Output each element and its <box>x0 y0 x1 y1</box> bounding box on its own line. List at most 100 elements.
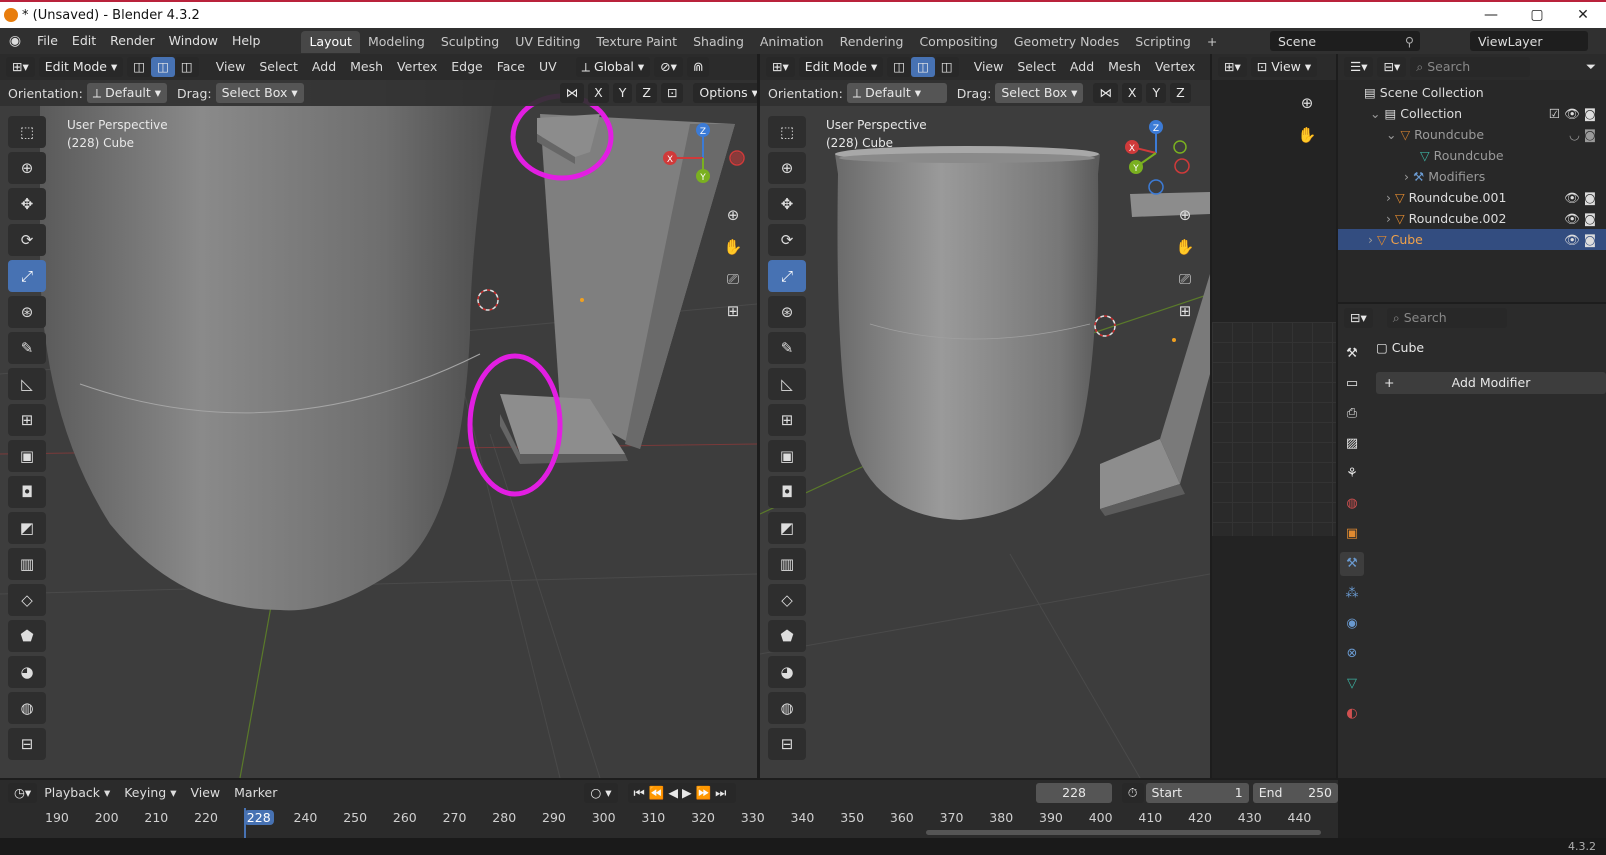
orientation-dropdown-right[interactable]: ⟂ Default ▾ <box>846 83 947 103</box>
add-cube-icon-right[interactable]: ⊞ <box>768 404 806 436</box>
expand-icon[interactable]: ⌄ <box>1386 127 1396 142</box>
menu-render[interactable]: Render <box>103 28 162 54</box>
axis-x-toggle-right[interactable]: X <box>1121 83 1143 103</box>
outliner-row-roundcube-mesh[interactable]: ▽ Roundcube <box>1338 145 1606 166</box>
menu-help[interactable]: Help <box>225 28 268 54</box>
menu-mesh[interactable]: Mesh <box>343 54 390 80</box>
snap-icon[interactable]: ⋒ <box>686 57 710 77</box>
edge-slide-icon[interactable]: ⊟ <box>8 728 46 760</box>
tool-tab-icon[interactable]: ⚒ <box>1340 342 1364 366</box>
modifier-tab-icon[interactable]: ⚒ <box>1340 552 1364 576</box>
menu-add[interactable]: Add <box>305 54 343 80</box>
pin-icon[interactable]: ⚲ <box>1405 34 1414 49</box>
outliner-row-roundcube-002[interactable]: › ▽ Roundcube.002 👁 ◙ <box>1338 208 1606 229</box>
small-zoom-icon[interactable]: ⊕ <box>1294 90 1320 116</box>
outliner-row-roundcube[interactable]: ⌄ ▽ Roundcube ◡ ◙ <box>1338 124 1606 145</box>
inset-icon-right[interactable]: ◘ <box>768 476 806 508</box>
vertex-select-icon-right[interactable]: ◫ <box>887 57 912 77</box>
outliner-row-roundcube-001[interactable]: › ▽ Roundcube.001 👁 ◙ <box>1338 187 1606 208</box>
menu-select-right[interactable]: Select <box>1010 54 1063 80</box>
tab-compositing[interactable]: Compositing <box>911 31 1005 53</box>
editor-type-icon[interactable]: ⊞▾ <box>6 57 35 77</box>
output-tab-icon[interactable]: ⎙ <box>1340 402 1364 426</box>
extrude-icon-right[interactable]: ▣ <box>768 440 806 472</box>
scale-icon[interactable]: ⤢ <box>8 260 46 292</box>
menu-edit[interactable]: Edit <box>65 28 103 54</box>
outliner-search-input[interactable]: ⌕ Search <box>1410 57 1531 77</box>
expand-icon[interactable]: ⌄ <box>1370 106 1380 121</box>
filter-icon[interactable]: ⏷ <box>1586 59 1596 75</box>
add-modifier-button[interactable]: + Add Modifier <box>1376 372 1606 394</box>
tab-scripting[interactable]: Scripting <box>1127 31 1199 53</box>
visibility-icons[interactable]: ☑ 👁 ◙ <box>1549 103 1596 124</box>
physics-tab-icon[interactable]: ◉ <box>1340 612 1364 636</box>
menu-add-right[interactable]: Add <box>1063 54 1101 80</box>
measure-icon-right[interactable]: ◺ <box>768 368 806 400</box>
expand-icon[interactable]: › <box>1404 169 1409 184</box>
select-box-icon-right[interactable]: ⬚ <box>768 116 806 148</box>
menu-select[interactable]: Select <box>252 54 305 80</box>
outliner-row-collection[interactable]: ⌄ ▤ Collection ☑ 👁 ◙ <box>1338 103 1606 124</box>
editor-type-icon-right[interactable]: ⊞▾ <box>766 57 795 77</box>
constraints-tab-icon[interactable]: ⊗ <box>1340 642 1364 666</box>
edge-select-icon-right[interactable]: ◫ <box>911 57 935 77</box>
transform-icon-right[interactable]: ⊛ <box>768 296 806 328</box>
loop-cut-icon-right[interactable]: ▥ <box>768 548 806 580</box>
tab-layout[interactable]: Layout <box>301 31 360 53</box>
outliner-row-scene-collection[interactable]: ▤ Scene Collection <box>1338 82 1606 103</box>
timeline-type-icon[interactable]: ◷▾ <box>8 783 38 803</box>
playback-controls[interactable]: ⏮⏪◀▶⏩⏭ <box>627 783 737 803</box>
viewport-left[interactable]: Z X Y ⊞▾ Edit Mode ▾ ◫ ◫ ◫ View Select A… <box>0 54 757 778</box>
particles-tab-icon[interactable]: ⁂ <box>1340 582 1364 606</box>
outliner-type-icon[interactable]: ☰▾ <box>1344 57 1374 77</box>
inset-icon[interactable]: ◘ <box>8 476 46 508</box>
move-icon[interactable]: ✥ <box>8 188 46 220</box>
face-select-icon[interactable]: ◫ <box>174 57 199 77</box>
outliner-row-cube[interactable]: › ▽ Cube 👁 ◙ <box>1338 229 1606 250</box>
axis-z-toggle[interactable]: Z <box>636 83 657 103</box>
small-pan-icon[interactable]: ✋ <box>1294 122 1320 148</box>
move-icon-right[interactable]: ✥ <box>768 188 806 220</box>
rotate-icon-right[interactable]: ⟳ <box>768 224 806 256</box>
keying-menu[interactable]: Keying ▾ <box>117 780 183 806</box>
loop-cut-icon[interactable]: ▥ <box>8 548 46 580</box>
ortho-grid-icon-right[interactable]: ⊞ <box>1172 298 1198 324</box>
scene-tab-icon[interactable]: ⚘ <box>1340 462 1364 486</box>
properties-type-icon[interactable]: ⊟▾ <box>1344 308 1373 328</box>
mirror-icon-right[interactable]: ⋈ <box>1093 83 1118 103</box>
menu-view[interactable]: View <box>209 54 253 80</box>
camera-view-icon-right[interactable]: ⎚ <box>1172 266 1198 292</box>
zoom-icon-right[interactable]: ⊕ <box>1172 202 1198 228</box>
tab-sculpting[interactable]: Sculpting <box>433 31 507 53</box>
tab-shading[interactable]: Shading <box>685 31 752 53</box>
camera-view-icon[interactable]: ⎚ <box>720 266 746 292</box>
rotate-icon[interactable]: ⟳ <box>8 224 46 256</box>
axis-x-toggle[interactable]: X <box>588 83 609 103</box>
expand-icon[interactable]: › <box>1386 211 1391 226</box>
timeline-view-menu[interactable]: View <box>183 780 227 806</box>
select-box-icon[interactable]: ⬚ <box>8 116 46 148</box>
orientation-dropdown[interactable]: ⟂ Default ▾ <box>86 83 168 103</box>
menu-mesh-right[interactable]: Mesh <box>1101 54 1148 80</box>
menu-window[interactable]: Window <box>162 28 225 54</box>
cursor-icon-right[interactable]: ⊕ <box>768 152 806 184</box>
add-cube-icon[interactable]: ⊞ <box>8 404 46 436</box>
mode-selector-right[interactable]: Edit Mode ▾ <box>798 57 884 77</box>
small-editor-type-icon[interactable]: ⊞▾ <box>1218 57 1247 77</box>
viewport-right[interactable]: Z X Y ⊞▾ Edit Mode ▾ ◫ ◫ ◫ View Select A… <box>760 54 1210 778</box>
scale-icon-right[interactable]: ⤢ <box>768 260 806 292</box>
knife-icon-right[interactable]: ◇ <box>768 584 806 616</box>
axis-y-toggle-right[interactable]: Y <box>1146 83 1167 103</box>
properties-search-input[interactable]: ⌕ Search <box>1386 308 1507 328</box>
drag-dropdown[interactable]: Select Box ▾ <box>215 83 304 103</box>
blender-menu-icon[interactable]: ◉ <box>0 33 30 49</box>
poly-build-icon-right[interactable]: ⬟ <box>768 620 806 652</box>
marker-menu[interactable]: Marker <box>227 780 284 806</box>
pan-hand-icon[interactable]: ✋ <box>720 234 746 260</box>
tab-animation[interactable]: Animation <box>752 31 832 53</box>
end-frame-field[interactable]: End 250 <box>1252 783 1338 803</box>
tab-uv-editing[interactable]: UV Editing <box>507 31 588 53</box>
mirror-icon[interactable]: ⋈ <box>559 83 585 103</box>
menu-uv[interactable]: UV <box>532 54 564 80</box>
face-select-icon-right[interactable]: ◫ <box>934 57 959 77</box>
